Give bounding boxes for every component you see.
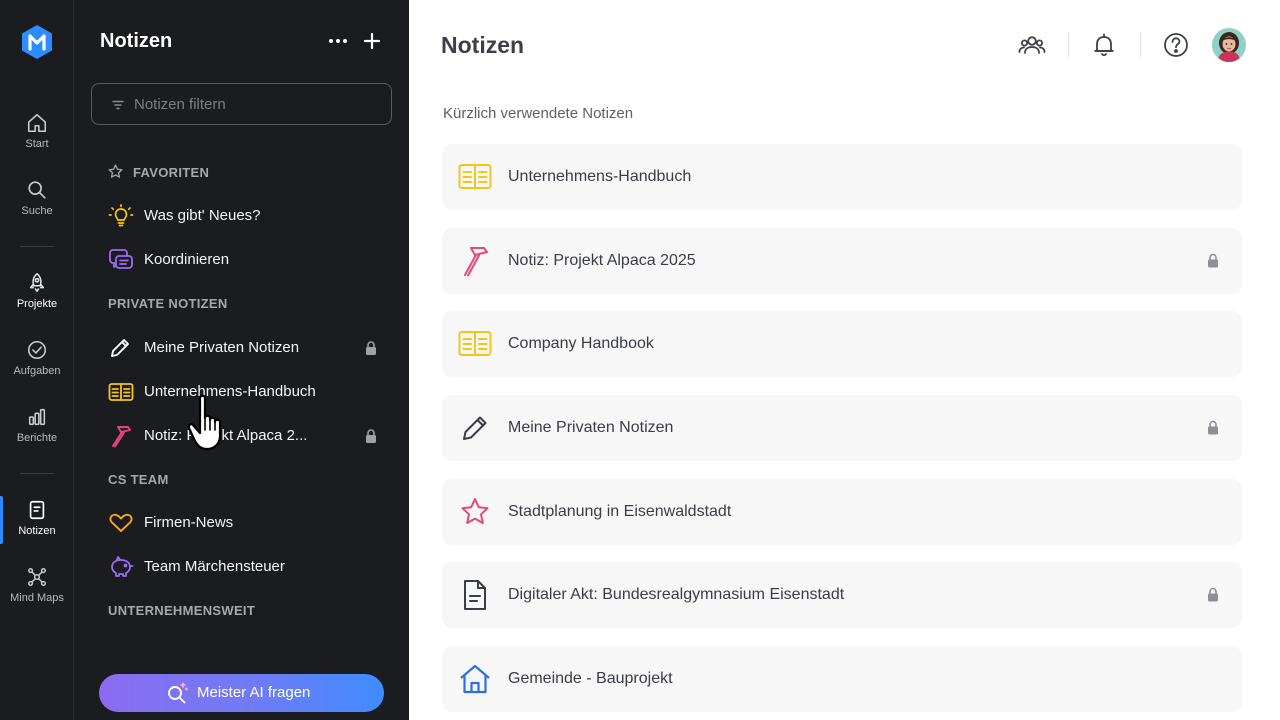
- rail-item-projects[interactable]: Projekte: [0, 272, 74, 310]
- recent-note-card[interactable]: Gemeinde - Bauprojekt: [442, 646, 1242, 712]
- recent-note-title: Gemeinde - Bauprojekt: [508, 670, 673, 687]
- ask-ai-label: Meister AI fragen: [197, 684, 311, 701]
- lock-icon: [1208, 587, 1218, 602]
- notes-filter-field[interactable]: [91, 83, 392, 125]
- book-icon: [458, 331, 492, 356]
- section-heading-private: PRIVATE NOTIZEN: [108, 296, 228, 311]
- sidebar-item-label: Was gibt' Neues?: [144, 207, 261, 224]
- book-icon: [108, 383, 134, 401]
- sidebar-item-label: Meine Privaten Notizen: [144, 339, 300, 356]
- toolbar-divider: [1140, 32, 1141, 58]
- add-note-icon[interactable]: [362, 30, 382, 52]
- page-title: Notizen: [441, 32, 525, 58]
- lightbulb-icon: [108, 204, 134, 227]
- recent-note-card[interactable]: Notiz: Projekt Alpaca 2025: [442, 228, 1242, 294]
- user-avatar[interactable]: [1212, 28, 1246, 62]
- rail-label: Start: [25, 138, 49, 150]
- notes-sidebar: Notizen FAVORITEN Was gibt' Neues? Koord…: [74, 0, 409, 720]
- team-people-icon[interactable]: [1017, 30, 1047, 60]
- rocket-icon: [29, 273, 45, 293]
- rail-label: Projekte: [16, 298, 58, 310]
- main-content: Notizen Kürzlich verwendete Notizen Unte…: [409, 0, 1280, 720]
- rail-item-search[interactable]: Suche: [0, 179, 74, 217]
- section-heading-favorites: FAVORITEN: [133, 165, 210, 180]
- more-options-icon[interactable]: [328, 30, 348, 52]
- recent-note-title: Digitaler Akt: Bundesrealgymnasium Eisen…: [508, 586, 845, 603]
- document-icon: [464, 580, 486, 610]
- recent-note-card[interactable]: Digitaler Akt: Bundesrealgymnasium Eisen…: [442, 562, 1242, 628]
- notes-filter-input[interactable]: [134, 94, 374, 114]
- note-icon: [29, 500, 45, 520]
- rail-item-tasks[interactable]: Aufgaben: [0, 339, 74, 377]
- piggy-bank-icon: [111, 556, 134, 577]
- sidebar-item-company-handbook[interactable]: Unternehmens-Handbuch: [108, 377, 378, 407]
- app-logo-icon[interactable]: [19, 24, 55, 60]
- sidebar-item-team-tax[interactable]: Team Märchensteuer: [108, 552, 378, 582]
- rail-item-reports[interactable]: Berichte: [0, 406, 74, 444]
- rail-divider: [20, 246, 54, 247]
- pencil-icon: [111, 339, 129, 357]
- section-heading-cs-team: CS TEAM: [108, 472, 169, 487]
- ask-ai-button[interactable]: Meister AI fragen: [99, 674, 384, 712]
- rail-item-mindmaps[interactable]: Mind Maps: [0, 566, 74, 604]
- home-icon: [27, 113, 47, 133]
- recent-note-card[interactable]: Meine Privaten Notizen: [442, 395, 1242, 461]
- heart-icon: [109, 513, 133, 532]
- rail-item-start[interactable]: Start: [0, 112, 74, 150]
- sidebar-item-label: Koordinieren: [144, 251, 230, 268]
- filter-icon: [112, 100, 124, 110]
- bar-chart-icon: [28, 408, 46, 426]
- bell-icon[interactable]: [1089, 30, 1119, 60]
- rail-label: Suche: [21, 205, 53, 217]
- lock-icon: [1208, 253, 1218, 268]
- sidebar-item-project-alpaca[interactable]: Notiz: Projekt Alpaca 2...: [108, 421, 378, 451]
- star-outline-icon: [108, 164, 123, 178]
- rail-divider: [20, 473, 54, 474]
- mindmap-icon: [28, 568, 46, 586]
- recent-note-title: Meine Privaten Notizen: [508, 419, 674, 436]
- section-heading-company: UNTERNEHMENSWEIT: [108, 603, 256, 618]
- user-avatar-image: [1212, 28, 1246, 62]
- recent-note-card[interactable]: Stadtplanung in Eisenwaldstadt: [442, 479, 1242, 545]
- recent-note-title: Company Handbook: [508, 335, 654, 352]
- chat-bubbles-icon: [109, 249, 133, 269]
- rail-label: Notizen: [18, 525, 56, 537]
- hammer-icon: [464, 247, 488, 277]
- rail-label: Aufgaben: [13, 365, 61, 377]
- recent-note-card[interactable]: Company Handbook: [442, 311, 1242, 377]
- sidebar-item-whats-new[interactable]: Was gibt' Neues?: [108, 201, 378, 231]
- sidebar-item-company-news[interactable]: Firmen-News: [108, 508, 378, 538]
- search-icon: [28, 181, 46, 199]
- pencil-icon: [463, 416, 487, 440]
- lock-icon: [366, 429, 376, 443]
- lock-icon: [366, 341, 376, 355]
- recent-note-card[interactable]: Unternehmens-Handbuch: [442, 144, 1242, 210]
- left-rail: Start Suche Projekte Aufgaben Berichte N…: [0, 0, 74, 720]
- toolbar-divider: [1068, 32, 1069, 58]
- sidebar-item-label: Unternehmens-Handbuch: [144, 383, 316, 400]
- sidebar-item-label: Firmen-News: [144, 514, 234, 531]
- ai-search-sparkle-icon: [168, 682, 189, 704]
- sidebar-title: Notizen: [100, 30, 173, 52]
- rail-item-notes[interactable]: Notizen: [0, 499, 74, 537]
- rail-label: Mind Maps: [10, 592, 64, 604]
- sidebar-item-coordinate[interactable]: Koordinieren: [108, 245, 378, 275]
- book-icon: [458, 164, 492, 189]
- rail-label: Berichte: [16, 432, 58, 444]
- hammer-icon: [112, 426, 131, 448]
- sidebar-item-label: Notiz: Projekt Alpaca 2...: [144, 427, 308, 444]
- sidebar-item-private-notes[interactable]: Meine Privaten Notizen: [108, 333, 378, 363]
- recent-note-title: Stadtplanung in Eisenwaldstadt: [508, 503, 732, 520]
- recent-note-title: Unternehmens-Handbuch: [508, 168, 692, 185]
- check-circle-icon: [27, 340, 47, 360]
- recent-note-title: Notiz: Projekt Alpaca 2025: [508, 252, 696, 269]
- house-icon: [460, 664, 490, 694]
- star-icon: [461, 498, 489, 524]
- help-icon[interactable]: [1161, 30, 1191, 60]
- lock-icon: [1208, 420, 1218, 435]
- recent-notes-heading: Kürzlich verwendete Notizen: [443, 105, 634, 122]
- sidebar-item-label: Team Märchensteuer: [144, 558, 285, 575]
